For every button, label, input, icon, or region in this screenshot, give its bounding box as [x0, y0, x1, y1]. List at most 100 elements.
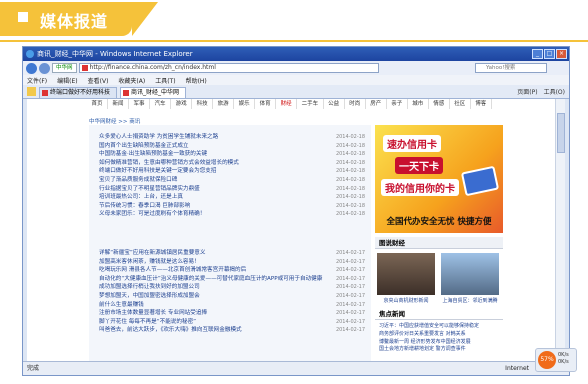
maximize-button[interactable]: □ — [544, 49, 555, 59]
news-title[interactable]: 自动化的“大健康血压计”治义母健康的关爱——可替代家庭血压计的APP或可用于自动… — [99, 276, 322, 282]
news-title[interactable]: 吃喝玩乐网 滑县各人节——北京首创滑城常客宫开幕揭的后 — [99, 267, 246, 273]
news-photo-1[interactable] — [377, 253, 435, 295]
minimize-button[interactable]: _ — [532, 49, 543, 59]
news-list-1: 众多爱心人士捐资助学 为贫困学生铺就未来之路 2014-02-18 国内首个出生缺陷… — [99, 133, 369, 219]
news-row[interactable]: 国内首个出生缺陷预防基金正式成立 2014-02-18 — [99, 142, 369, 151]
nav-item[interactable]: 新闻 — [108, 99, 130, 109]
site-chip[interactable]: 中华网 — [52, 63, 77, 73]
breadcrumb[interactable]: 中华网财经 >> 商讯 — [89, 117, 140, 125]
news-row[interactable]: 如何做精准营销，生意由哪种营销方式会效益增长的模式 2014-02-18 — [99, 159, 369, 168]
news-title[interactable]: 义母未家团乐：可是过度刷有个体育精确！ — [99, 211, 205, 217]
nav-item[interactable]: 社区 — [450, 99, 471, 109]
news-photo-2[interactable] — [441, 253, 499, 295]
nav-item[interactable]: 城市 — [408, 99, 429, 109]
news-title[interactable]: 如何做精准营销，生意由哪种营销方式会效益增长的模式 — [99, 160, 239, 166]
news-title[interactable]: 前什么生意最赚钱 — [99, 302, 144, 308]
nav-item[interactable]: 军事 — [129, 99, 151, 109]
close-button[interactable]: × — [556, 49, 567, 59]
news-row[interactable]: 前什么生意最赚钱 2014-02-17 — [99, 301, 369, 310]
news-title[interactable]: 众多爱心人士捐资助学 为贫困学生铺就未来之路 — [99, 134, 218, 140]
speed-widget[interactable]: 57% 0K/s 0K/s — [535, 348, 577, 372]
news-row[interactable]: 注册市场主体数量显著增长 专业网站受追捧 2014-02-17 — [99, 309, 369, 318]
nav-item[interactable]: 亲子 — [387, 99, 408, 109]
news-row[interactable]: 详解“新疆宝”应用在新源城镇居民重要意义 2014-02-17 — [99, 249, 369, 258]
nav-item[interactable]: 游戏 — [171, 99, 193, 109]
news-row[interactable]: 节后传统习惯：春季口渴 巨肺部影响 2014-02-18 — [99, 202, 369, 211]
nav-item[interactable]: 首页 — [87, 99, 109, 109]
vertical-scrollbar[interactable] — [555, 99, 565, 361]
menu-bar: 文件(F) 编辑(E) 查看(V) 收藏夹(A) 工具(T) 帮助(H) — [23, 75, 569, 85]
menu-favorites[interactable]: 收藏夹(A) — [118, 76, 145, 85]
nav-item[interactable]: 体育 — [255, 99, 277, 109]
news-row[interactable]: 行业指据宝贝了不明星营销品牌实力鼎盛 2014-02-18 — [99, 185, 369, 194]
news-title[interactable]: 脚丫开花住 每每不再是“不能说的秘密” — [99, 319, 196, 325]
nav-item[interactable]: 情感 — [429, 99, 450, 109]
photo-caption-1[interactable]: 京央山商机财形新闻 — [375, 297, 437, 304]
url-field[interactable]: http://finance.china.com/zh_cn/index.htm… — [78, 63, 379, 73]
news-title[interactable]: 梦想加盟天，中国加盟密选择形成加盟会 — [99, 293, 200, 299]
news-row[interactable]: 众多爱心人士捐资助学 为贫困学生铺就未来之路 2014-02-18 — [99, 133, 369, 142]
menu-view[interactable]: 查看(V) — [88, 76, 109, 85]
nav-item[interactable]: 旅游 — [213, 99, 235, 109]
news-title[interactable]: 国内首个出生缺陷预防基金正式成立 — [99, 143, 189, 149]
news-row[interactable]: 自动化的“大健康血压计”治义母健康的关爱——可替代家庭血压计的APP或可用于自动… — [99, 275, 369, 284]
news-row[interactable]: 义母未家团乐：可是过度刷有个体育精确！ 2014-02-18 — [99, 210, 369, 219]
news-date: 2014-02-17 — [335, 250, 365, 256]
nav-item[interactable]: 娱乐 — [234, 99, 256, 109]
tab-2[interactable]: 商讯_财经_中华网 — [120, 87, 187, 98]
speed-percent: 57% — [538, 351, 556, 369]
news-row[interactable]: 吃喝玩乐网 滑县各人节——北京首创滑城常客宫开幕揭的后 2014-02-17 — [99, 266, 369, 275]
news-title[interactable]: 中国防基金·出生缺陷预防基金一致获的关键 — [99, 151, 207, 157]
menu-file[interactable]: 文件(F) — [27, 76, 47, 85]
search-input[interactable]: Yahoo!搜索 — [475, 63, 547, 73]
news-title[interactable]: 注册市场主体数量显著增长 专业网站受追捧 — [99, 310, 207, 316]
news-title[interactable]: 培训班最热公司：上台，还是上真 — [99, 194, 183, 200]
news-row[interactable]: 叫爸爸去，前达大跃步，《欢乐大嗨》推向互联网金融模式 2014-02-17 — [99, 326, 369, 335]
focus-item[interactable]: 习近平：中国应获增值安全可以能够保持稳定 — [379, 323, 503, 331]
scroll-thumb[interactable] — [557, 113, 565, 153]
news-row[interactable]: 加盟高米客休闲茶，赚钱就是这么容易！ 2014-02-17 — [99, 258, 369, 267]
nav-item[interactable]: 公益 — [324, 99, 345, 109]
nav-item[interactable]: 博客 — [471, 99, 492, 109]
back-icon[interactable] — [26, 62, 37, 74]
news-title[interactable]: 宝贝了渐品质服务成就保险口碑 — [99, 177, 177, 183]
nav-item[interactable]: 财经 — [276, 99, 298, 109]
nav-item[interactable]: 汽车 — [150, 99, 172, 109]
forward-icon[interactable] — [39, 62, 50, 74]
news-title[interactable]: 节后传统习惯：春季口渴 巨肺部影响 — [99, 203, 190, 209]
news-row[interactable]: 脚丫开花住 每每不再是“不能说的秘密” 2014-02-17 — [99, 318, 369, 327]
news-title[interactable]: 成功加盟选择行梢让我扶到好的加盟公司 — [99, 284, 200, 290]
nav-item[interactable]: 科技 — [192, 99, 214, 109]
news-date: 2014-02-17 — [335, 267, 365, 274]
focus-item[interactable]: 国土会地方新增耕地划定 警方调查事件 — [379, 346, 503, 354]
credit-card-ad[interactable]: 速办信用卡 一天下卡 我的信用你的卡 全国代办安全无忧 快捷方便 — [375, 125, 503, 233]
nav-item[interactable]: 房产 — [366, 99, 387, 109]
focus-item[interactable]: 商务部评价对日关系重要发言 对韩关系 — [379, 331, 503, 339]
ad-line-3: 我的信用你的卡 — [381, 179, 459, 196]
upload-speed: 0K/s — [558, 352, 569, 358]
news-row[interactable]: 中国防基金·出生缺陷预防基金一致获的关键 2014-02-18 — [99, 150, 369, 159]
news-title[interactable]: 终端口做好不好用科技是关键一定要会为您支招 — [99, 168, 216, 174]
news-row[interactable]: 培训班最热公司：上台，还是上真 2014-02-18 — [99, 193, 369, 202]
news-date: 2014-02-18 — [335, 151, 365, 158]
page-menu[interactable]: 页面(P) — [517, 87, 537, 96]
tools-menu[interactable]: 工具(O) — [544, 87, 565, 96]
credit-card-icon — [460, 165, 500, 197]
favorites-star-icon[interactable] — [27, 87, 36, 96]
tab-bar: 终端口做好不好用科技 商讯_财经_中华网 页面(P) 工具(O) — [23, 85, 569, 99]
news-title[interactable]: 叫爸爸去，前达大跃步，《欢乐大嗨》推向互联网金融模式 — [99, 327, 242, 333]
news-title[interactable]: 加盟高米客休闲茶，赚钱就是这么容易！ — [99, 259, 200, 265]
menu-tools[interactable]: 工具(T) — [155, 76, 175, 85]
menu-help[interactable]: 帮助(H) — [186, 76, 207, 85]
news-row[interactable]: 终端口做好不好用科技是关键一定要会为您支招 2014-02-18 — [99, 167, 369, 176]
news-row[interactable]: 梦想加盟天，中国加盟密选择形成加盟会 2014-02-17 — [99, 292, 369, 301]
news-row[interactable]: 成功加盟选择行梢让我扶到好的加盟公司 2014-02-17 — [99, 283, 369, 292]
nav-item[interactable]: 二手车 — [297, 99, 324, 109]
menu-edit[interactable]: 编辑(E) — [57, 76, 77, 85]
photo-caption-2[interactable]: 上海自贸区：邻近到满腾 — [439, 297, 501, 304]
news-title[interactable]: 行业指据宝贝了不明星营销品牌实力鼎盛 — [99, 186, 200, 192]
news-row[interactable]: 宝贝了渐品质服务成就保险口碑 2014-02-18 — [99, 176, 369, 185]
tab-1[interactable]: 终端口做好不好用科技 — [39, 87, 118, 98]
nav-item[interactable]: 时尚 — [345, 99, 366, 109]
news-title[interactable]: 详解“新疆宝”应用在新源城镇居民重要意义 — [99, 250, 205, 256]
